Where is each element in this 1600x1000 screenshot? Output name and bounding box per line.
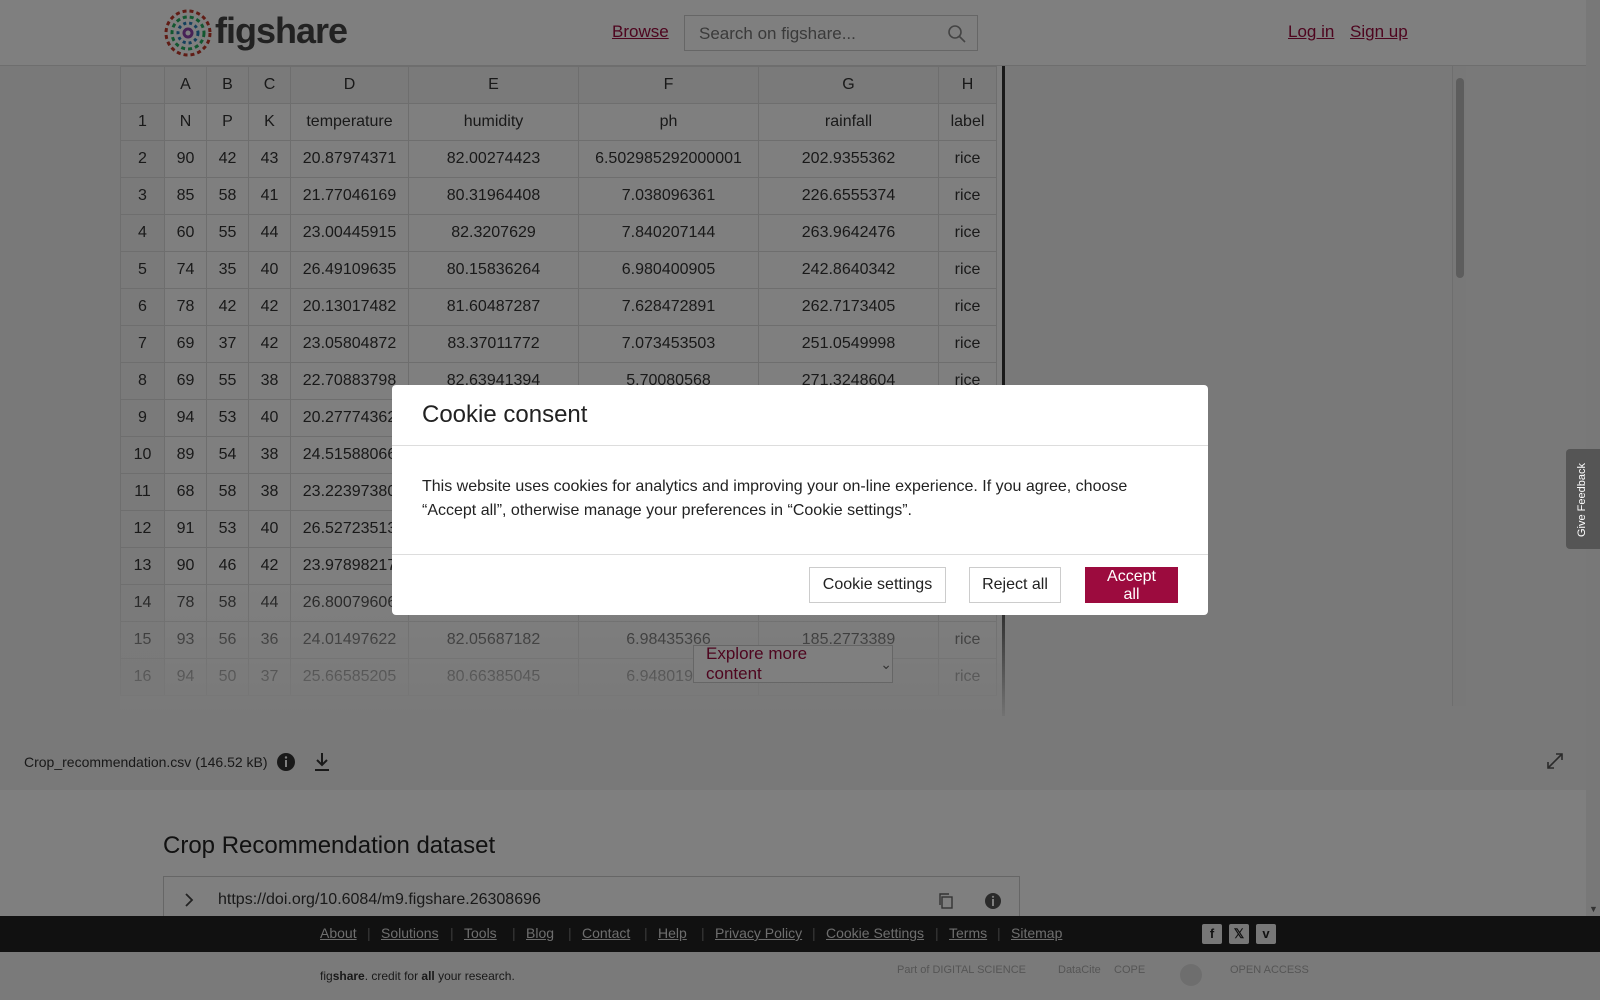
divider bbox=[392, 445, 1208, 446]
cookie-settings-button[interactable]: Cookie settings bbox=[809, 567, 946, 603]
divider bbox=[392, 554, 1208, 555]
accept-all-button[interactable]: Accept all bbox=[1085, 567, 1178, 603]
cookie-consent-dialog: Cookie consent This website uses cookies… bbox=[392, 385, 1208, 615]
cookie-dialog-body: This website uses cookies for analytics … bbox=[422, 478, 1128, 519]
reject-all-button[interactable]: Reject all bbox=[969, 567, 1061, 603]
give-feedback-label: Give Feedback bbox=[1576, 463, 1588, 537]
cookie-dialog-title: Cookie consent bbox=[422, 401, 588, 428]
give-feedback-tab[interactable]: Give Feedback bbox=[1566, 449, 1600, 549]
